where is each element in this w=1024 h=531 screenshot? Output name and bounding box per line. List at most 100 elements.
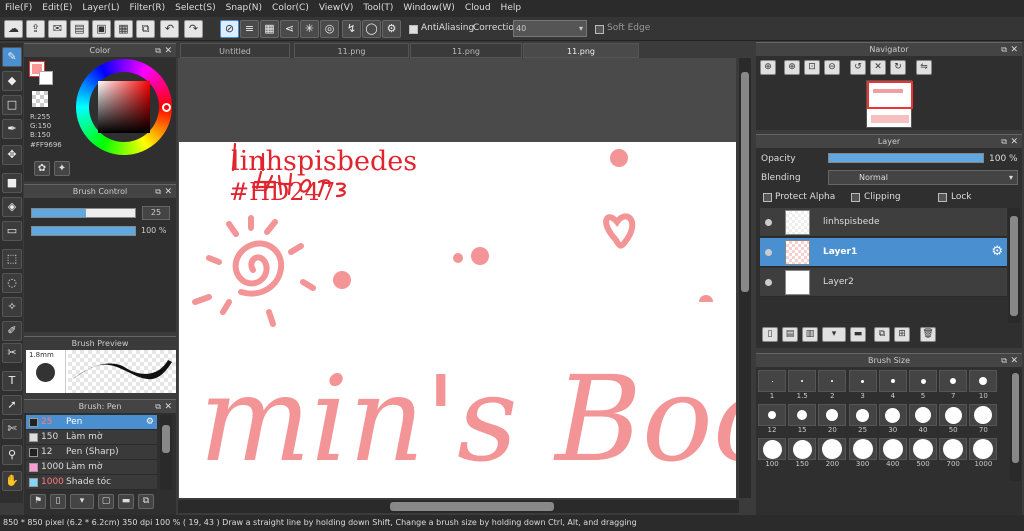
brush-size-option[interactable] — [818, 370, 847, 392]
brush-item[interactable]: 25 Pen ⚙ — [26, 415, 157, 430]
saturation-square[interactable] — [98, 81, 150, 133]
brush-copy-icon[interactable]: ▢ — [98, 494, 114, 509]
brush-size-option[interactable] — [909, 438, 937, 460]
close-icon[interactable]: ✕ — [164, 400, 172, 414]
brush-menu-icon[interactable]: ▾ — [70, 494, 94, 509]
doc-tab[interactable]: 11.png — [294, 43, 409, 58]
snap-parallel-icon[interactable]: ≡ — [240, 20, 259, 38]
move-tool-icon[interactable]: ✥ — [2, 145, 22, 165]
save-icon[interactable]: ▣ — [92, 20, 111, 38]
new-halftone-layer-icon[interactable]: ▥ — [802, 327, 818, 342]
rotate-left-icon[interactable]: ↺ — [850, 60, 866, 75]
brush-size-option[interactable] — [758, 404, 786, 426]
brush-size-option[interactable] — [818, 404, 847, 426]
flip-icon[interactable]: ⇋ — [916, 60, 932, 75]
snap-circle-icon[interactable]: ◎ — [320, 20, 339, 38]
brush-size-option[interactable] — [788, 370, 817, 392]
brush-size-option[interactable] — [969, 438, 998, 460]
cloud-icon[interactable]: ☁ — [4, 20, 23, 38]
brush-tool-icon[interactable]: ✎ — [2, 47, 22, 67]
brush-size-option[interactable] — [939, 404, 968, 426]
pen-tool-icon[interactable]: ✒ — [2, 119, 22, 139]
background-color-swatch[interactable] — [39, 71, 53, 85]
antialiasing-checkbox[interactable] — [409, 25, 418, 34]
gear-icon[interactable]: ⚙ — [991, 244, 1003, 259]
zoom-out-icon[interactable]: ⊖ — [824, 60, 840, 75]
gradient-tool-icon[interactable]: ▭ — [2, 221, 22, 241]
brush-size-option[interactable] — [909, 370, 937, 392]
menu-item[interactable]: Cloud — [460, 0, 496, 17]
float-icon[interactable]: ⧉ — [1001, 43, 1007, 57]
lasso-icon[interactable]: ◌ — [2, 273, 22, 293]
rotate-right-icon[interactable]: ↻ — [890, 60, 906, 75]
float-icon[interactable]: ⧉ — [155, 185, 161, 199]
menu-item[interactable]: Color(C) — [267, 0, 314, 17]
float-icon[interactable]: ⧉ — [155, 400, 161, 414]
brush-size-option[interactable] — [878, 438, 907, 460]
menu-item[interactable]: Help — [496, 0, 527, 17]
merge-layer-icon[interactable]: ⊞ — [894, 327, 910, 342]
brush-size-value[interactable]: 25 — [142, 206, 170, 220]
layer-row-selected[interactable]: Layer1 ⚙ — [760, 238, 1007, 267]
menu-item[interactable]: Filter(R) — [125, 0, 171, 17]
canvas-horizontal-scrollbar[interactable] — [178, 500, 739, 513]
document-icon[interactable]: ▤ — [70, 20, 89, 38]
brush-item[interactable]: 150 Làm mờ — [26, 430, 157, 445]
export-icon[interactable]: ⇪ — [26, 20, 45, 38]
lock-checkbox[interactable] — [938, 193, 947, 202]
brush-size-option[interactable] — [758, 370, 786, 392]
snap-perspective-icon[interactable]: ⋖ — [280, 20, 299, 38]
brush-size-option[interactable] — [788, 404, 817, 426]
brush-opacity-slider[interactable] — [31, 226, 136, 236]
snap-ellipse-icon[interactable]: ◯ — [362, 20, 381, 38]
doc-tab[interactable]: Untitled — [180, 43, 290, 58]
chat-icon[interactable]: ✉ — [48, 20, 67, 38]
brush-size-option[interactable] — [939, 438, 968, 460]
hue-wheel[interactable] — [76, 59, 172, 155]
close-icon[interactable]: ✕ — [1010, 43, 1018, 57]
protect-alpha-checkbox[interactable] — [763, 193, 772, 202]
layers-icon[interactable]: ⧉ — [136, 20, 155, 38]
layer-row[interactable]: Layer2 — [760, 268, 1007, 297]
divide-tool-icon[interactable]: ✄ — [2, 419, 22, 439]
brush-size-option[interactable] — [848, 370, 877, 392]
new-raster-layer-icon[interactable]: ▤ — [782, 327, 798, 342]
blending-select[interactable]: Normal ▾ — [828, 170, 1018, 185]
canvas-vertical-scrollbar[interactable] — [739, 58, 751, 498]
menu-item[interactable]: Select(S) — [170, 0, 221, 17]
snap-curve-icon[interactable]: ↯ — [342, 20, 361, 38]
palette-icon[interactable]: ✿ — [34, 161, 50, 176]
correction-select[interactable]: 40 — [513, 20, 587, 37]
select-rect-icon[interactable]: □ — [2, 95, 22, 115]
brush-size-slider[interactable] — [31, 208, 136, 218]
doc-tab[interactable]: 11.png — [410, 43, 522, 58]
zoom-actual-icon[interactable]: ⊡ — [804, 60, 820, 75]
close-icon[interactable]: ✕ — [1010, 354, 1018, 368]
brush-size-option[interactable] — [878, 370, 907, 392]
float-icon[interactable]: ⧉ — [1001, 354, 1007, 368]
visibility-icon[interactable] — [765, 249, 772, 256]
canvas-area[interactable]: linhspisbedes #HD247 min's Boo — [178, 58, 736, 498]
redo-icon[interactable]: ↷ — [184, 20, 203, 38]
brush-size-option[interactable] — [788, 438, 817, 460]
snap-grid-icon[interactable]: ▦ — [260, 20, 279, 38]
folder-icon[interactable]: ▬ — [850, 327, 866, 342]
close-icon[interactable]: ✕ — [164, 44, 172, 58]
brush-list-scrollbar[interactable] — [160, 415, 172, 490]
brush-size-option[interactable] — [848, 404, 877, 426]
brush-size-option[interactable] — [848, 438, 877, 460]
brush-size-option[interactable] — [939, 370, 968, 392]
add-layer-menu-icon[interactable]: ▾ — [822, 327, 846, 342]
menu-item[interactable]: Layer(L) — [77, 0, 124, 17]
brush-size-option[interactable] — [818, 438, 847, 460]
hue-marker[interactable] — [162, 103, 171, 112]
brush-size-option[interactable] — [969, 404, 998, 426]
soft-edge-checkbox[interactable] — [595, 25, 604, 34]
brush-size-option[interactable] — [758, 438, 786, 460]
gear-icon[interactable]: ⚙ — [146, 415, 154, 430]
close-icon[interactable]: ✕ — [1010, 135, 1018, 149]
new-layer-icon[interactable]: ▯ — [762, 327, 778, 342]
eyedropper-icon[interactable]: ⚲ — [2, 445, 22, 465]
layer-scrollbar[interactable] — [1008, 208, 1020, 323]
layer-opacity-slider[interactable] — [828, 153, 984, 163]
